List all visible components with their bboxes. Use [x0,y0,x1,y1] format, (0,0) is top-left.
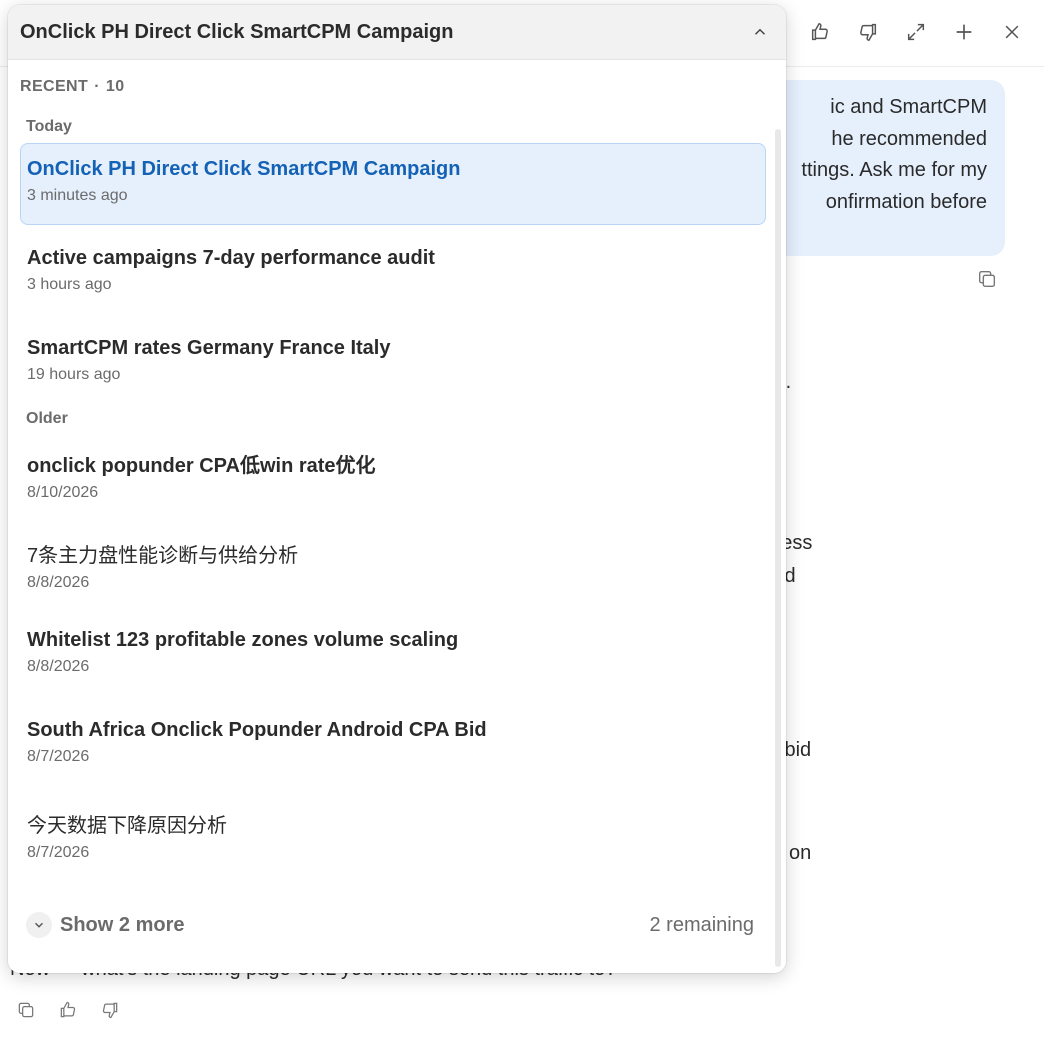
conversation-title: South Africa Onclick Popunder Android CP… [27,719,487,741]
close-icon[interactable] [992,14,1032,50]
conversation-item[interactable]: Active campaigns 7-day performance audit… [20,233,766,315]
conversation-history-dropdown: OnClick PH Direct Click SmartCPM Campaig… [8,5,786,973]
show-more-button[interactable]: Show 2 more [26,912,184,938]
list-scrollbar[interactable] [775,129,781,967]
conversation-time: 8/7/2026 [27,748,90,765]
conversation-item[interactable]: OnClick PH Direct Click SmartCPM Campaig… [20,143,766,225]
copy-icon[interactable] [976,268,1000,292]
thumbs-down-icon[interactable] [848,14,888,50]
conversation-item[interactable]: 今天数据下降原因分析 8/7/2026 [20,795,766,877]
conversation-title: SmartCPM rates Germany France Italy [27,337,391,359]
conversation-time: 19 hours ago [27,366,121,383]
conversation-time: 8/8/2026 [27,574,90,591]
recent-count: 10 [105,78,125,95]
conversation-time: 8/8/2026 [27,658,90,675]
thumbs-down-icon[interactable] [98,996,122,1024]
conversation-time: 8/7/2026 [27,844,90,861]
conversation-item[interactable]: SmartCPM rates Germany France Italy 19 h… [20,323,766,405]
dropdown-header[interactable]: OnClick PH Direct Click SmartCPM Campaig… [8,5,786,60]
remaining-count: 2 remaining [649,913,754,936]
toolbar-icons [800,14,1032,50]
conversation-item[interactable]: onclick popunder CPA低win rate优化 8/10/202… [20,435,766,517]
copy-icon[interactable] [14,996,38,1024]
conversation-time: 3 minutes ago [27,187,128,204]
thumbs-up-icon[interactable] [800,14,840,50]
conversation-time: 8/10/2026 [27,484,99,501]
conversation-title: Whitelist 123 profitable zones volume sc… [27,629,459,651]
conversation-time: 3 hours ago [27,276,112,293]
conversation-title: 今天数据下降原因分析 [27,815,227,837]
section-separator: · [94,78,100,95]
expand-icon[interactable] [896,14,936,50]
chevron-up-icon[interactable] [746,18,774,46]
conversation-list: Today OnClick PH Direct Click SmartCPM C… [20,115,766,885]
dropdown-footer: Show 2 more 2 remaining [26,907,754,943]
plus-icon[interactable] [944,14,984,50]
conversation-title: onclick popunder CPA低win rate优化 [27,455,376,477]
group-label-today: Today [26,118,72,135]
thumbs-up-icon[interactable] [56,996,80,1024]
show-more-label: Show 2 more [60,913,185,936]
conversation-item[interactable]: Whitelist 123 profitable zones volume sc… [20,615,766,697]
current-conversation-title: OnClick PH Direct Click SmartCPM Campaig… [20,20,454,43]
recent-section-header: RECENT · 10 [8,60,786,96]
conversation-title: 7条主力盘性能诊断与供给分析 [27,545,299,567]
conversation-item[interactable]: South Africa Onclick Popunder Android CP… [20,705,766,787]
group-label-older: Older [26,410,68,427]
recent-label: RECENT [20,78,89,95]
message-actions [14,996,122,1024]
chevron-down-icon [26,912,52,938]
conversation-item[interactable]: 7条主力盘性能诊断与供给分析 8/8/2026 [20,525,766,607]
conversation-title: Active campaigns 7-day performance audit [27,247,435,269]
conversation-title: OnClick PH Direct Click SmartCPM Campaig… [27,158,461,180]
